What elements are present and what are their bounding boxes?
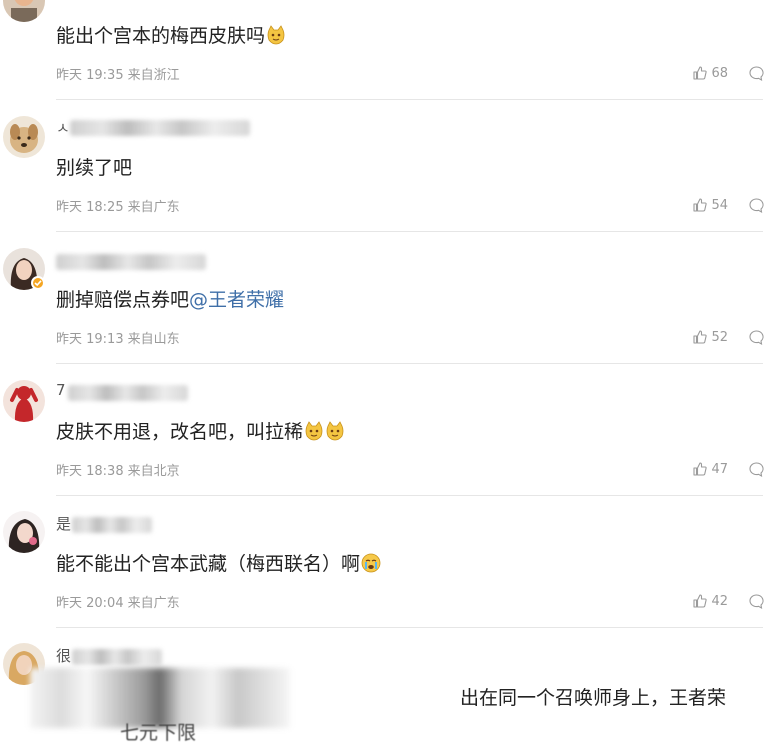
comment-actions: 52: [692, 328, 765, 346]
divider: [56, 99, 763, 100]
comment-bubble-icon: [749, 65, 764, 81]
verified-badge: [31, 276, 45, 290]
comment-meta: 昨天 18:38 来自北京: [56, 460, 180, 479]
cat-emoji-icon: [266, 25, 286, 45]
username-blurred[interactable]: [56, 254, 206, 270]
avatar[interactable]: [3, 0, 45, 22]
location: 来自广东: [127, 200, 180, 215]
reply-button[interactable]: [748, 593, 765, 610]
comment-meta: 昨天 19:13 来自山东: [56, 328, 180, 347]
like-count: 47: [711, 461, 728, 477]
comment-meta: 昨天 20:04 来自广东: [56, 592, 180, 611]
location: 来自广东: [127, 596, 180, 611]
timestamp: 昨天 19:35: [56, 68, 124, 83]
thumbs-up-icon: [693, 330, 708, 344]
username-initial[interactable]: 7: [56, 381, 66, 399]
timestamp: 昨天 19:13: [56, 332, 124, 347]
reply-button[interactable]: [748, 65, 765, 82]
comment-bubble-icon: [749, 329, 764, 345]
avatar[interactable]: [3, 116, 45, 158]
comment-text: 删掉赔偿点券吧@王者荣耀: [56, 289, 285, 311]
like-count: 68: [711, 65, 728, 81]
cat-emoji-icon: [304, 421, 324, 441]
like-button[interactable]: 52: [692, 329, 728, 345]
like-button[interactable]: 42: [692, 593, 728, 609]
like-count: 54: [711, 197, 728, 213]
like-count: 42: [711, 593, 728, 609]
comment-feed: 能出个宫本的梅西皮肤吗 昨天 19:35 来自浙江 68 ㅅ 别续了吧 昨天 18…: [0, 0, 771, 746]
divider: [56, 231, 763, 232]
username-initial[interactable]: 是: [56, 513, 71, 534]
comment-actions: 54: [692, 196, 765, 214]
comment-meta: 昨天 19:35 来自浙江: [56, 64, 180, 83]
comment-text: 能不能出个宫本武藏（梅西联名）啊: [56, 551, 381, 577]
comment-actions: 68: [692, 64, 765, 82]
reply-button[interactable]: [748, 197, 765, 214]
timestamp: 昨天 18:25: [56, 200, 124, 215]
reply-button[interactable]: [748, 329, 765, 346]
overlay-caption: 出在同一个召唤师身上，王者荣: [460, 687, 727, 709]
username-initial[interactable]: ㅅ: [56, 117, 70, 138]
username-blurred[interactable]: [72, 649, 162, 665]
username-initial[interactable]: 很: [56, 645, 71, 666]
comment-text: 能出个宫本的梅西皮肤吗: [56, 23, 286, 49]
bottom-caption: 七元下限: [120, 722, 197, 744]
comment-bubble-icon: [749, 197, 764, 213]
divider: [56, 495, 763, 496]
comment-text: 皮肤不用退，改名吧，叫拉稀: [56, 419, 345, 445]
location: 来自山东: [127, 332, 180, 347]
divider: [56, 363, 763, 364]
location: 来自北京: [127, 464, 180, 479]
like-button[interactable]: 47: [692, 461, 728, 477]
username-blurred[interactable]: [72, 517, 152, 533]
timestamp: 昨天 20:04: [56, 596, 124, 611]
divider: [56, 627, 763, 628]
avatar[interactable]: [3, 511, 45, 553]
comment-meta: 昨天 18:25 来自广东: [56, 196, 180, 215]
cat-emoji-icon: [325, 421, 345, 441]
username-blurred[interactable]: [68, 385, 188, 401]
avatar[interactable]: [3, 380, 45, 422]
verified-icon: [34, 280, 42, 287]
comment-text: 别续了吧: [56, 157, 133, 179]
like-button[interactable]: 54: [692, 197, 728, 213]
comment-actions: 47: [692, 460, 765, 478]
like-count: 52: [711, 329, 728, 345]
crying-emoji-icon: [361, 553, 381, 573]
reply-button[interactable]: [748, 461, 765, 478]
mention-link[interactable]: @王者荣耀: [189, 289, 284, 311]
location: 来自浙江: [127, 68, 180, 83]
comment-actions: 42: [692, 592, 765, 610]
comment-bubble-icon: [749, 461, 764, 477]
thumbs-up-icon: [693, 66, 708, 80]
like-button[interactable]: 68: [692, 65, 728, 81]
thumbs-up-icon: [693, 198, 708, 212]
timestamp: 昨天 18:38: [56, 464, 124, 479]
thumbs-up-icon: [693, 594, 708, 608]
thumbs-up-icon: [693, 462, 708, 476]
comment-bubble-icon: [749, 593, 764, 609]
username-blurred[interactable]: [70, 120, 250, 136]
